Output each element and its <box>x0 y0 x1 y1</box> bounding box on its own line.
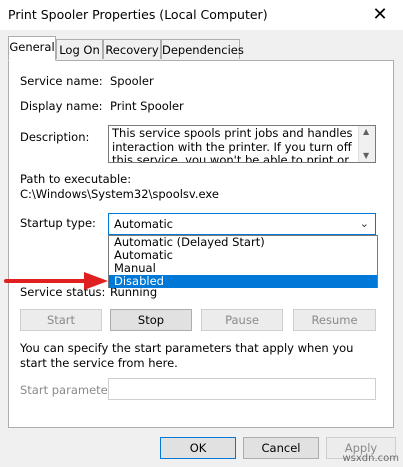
tab-log-on[interactable]: Log On <box>56 39 103 59</box>
pause-button[interactable]: Pause <box>201 309 283 331</box>
startup-type-dropdown: Automatic (Delayed Start) Automatic Manu… <box>108 235 378 288</box>
tab-log-on-label: Log On <box>59 43 100 57</box>
startup-type-select[interactable]: Automatic ⌄ <box>108 213 376 235</box>
red-arrow-icon <box>4 272 108 290</box>
start-button[interactable]: Start <box>20 309 102 331</box>
display-name-label: Display name: <box>20 99 103 113</box>
start-parameters-label: Start parameters: <box>20 383 123 397</box>
resume-button[interactable]: Resume <box>293 309 376 331</box>
cancel-button[interactable]: Cancel <box>243 437 319 459</box>
stop-button[interactable]: Stop <box>110 309 192 331</box>
properties-window: Print Spooler Properties (Local Computer… <box>0 0 403 467</box>
startup-type-value: Automatic <box>114 217 173 231</box>
service-name-label: Service name: <box>20 74 103 88</box>
display-name-value: Print Spooler <box>110 99 184 113</box>
close-icon[interactable]: ✕ <box>369 4 391 26</box>
ok-button[interactable]: OK <box>160 437 236 459</box>
path-label: Path to executable: <box>20 172 132 186</box>
description-scrollbar[interactable]: ▲ ▼ <box>358 126 375 162</box>
startup-type-label: Startup type: <box>20 216 96 230</box>
path-value: C:\Windows\System32\spoolsv.exe <box>20 187 219 201</box>
tab-recovery-label: Recovery <box>105 43 159 57</box>
tab-dependencies-label: Dependencies <box>162 43 244 57</box>
description-box[interactable]: This service spools print jobs and handl… <box>108 125 376 163</box>
help-text: You can specify the start parameters tha… <box>20 341 354 370</box>
tab-dependencies[interactable]: Dependencies <box>161 39 244 59</box>
tab-general[interactable]: General <box>8 36 56 61</box>
chevron-down-icon[interactable]: ⌄ <box>360 217 369 230</box>
option-disabled[interactable]: Disabled <box>109 275 377 288</box>
scroll-down-icon[interactable]: ▼ <box>363 151 369 160</box>
tab-recovery[interactable]: Recovery <box>103 39 161 59</box>
service-name-value: Spooler <box>110 74 154 88</box>
watermark: wsxdn.com <box>342 453 399 464</box>
description-label: Description: <box>20 130 90 144</box>
window-title: Print Spooler Properties (Local Computer… <box>8 7 268 22</box>
start-parameters-input[interactable] <box>108 378 376 400</box>
tab-general-label: General <box>9 40 55 54</box>
description-text: This service spools print jobs and handl… <box>112 126 353 163</box>
title-bar: Print Spooler Properties (Local Computer… <box>0 0 403 30</box>
scroll-up-icon[interactable]: ▲ <box>363 127 369 136</box>
